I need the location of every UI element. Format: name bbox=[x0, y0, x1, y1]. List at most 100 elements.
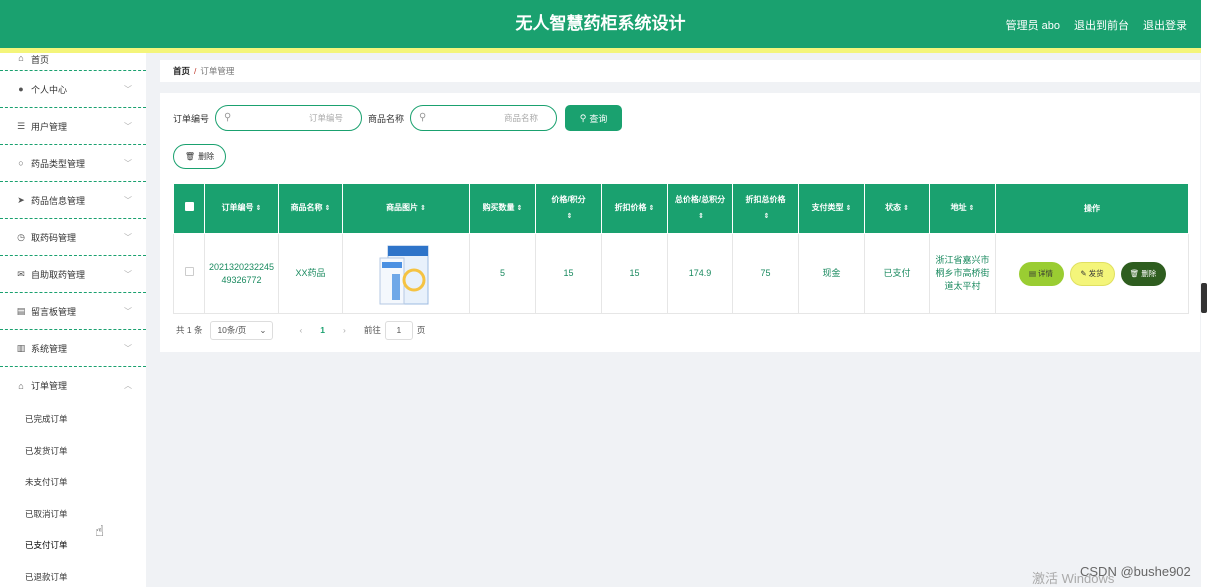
sidebar-item-system[interactable]: ▥ 系统管理 ﹀ bbox=[0, 330, 146, 367]
sidebar-item-label: 自助取药管理 bbox=[31, 269, 86, 280]
home-icon: ⌂ bbox=[18, 53, 24, 63]
query-button[interactable]: ⚲ 查询 bbox=[565, 105, 623, 131]
cell-address: 浙江省嘉兴市桐乡市高桥街道太平村 bbox=[929, 233, 996, 314]
sidebar-item-user-management[interactable]: ☰ 用户管理 ﹀ bbox=[0, 108, 146, 145]
batch-delete-button[interactable]: 🗑 删除 bbox=[173, 144, 226, 169]
sub-item-completed-orders[interactable]: 已完成订单 bbox=[0, 404, 146, 436]
detail-button[interactable]: ▤ 详情 bbox=[1018, 261, 1064, 286]
col-order-no[interactable]: 订单编号 ⇕ bbox=[204, 183, 279, 234]
col-discount-total[interactable]: 折扣总价格 ⇕ bbox=[732, 183, 799, 234]
page-size-select[interactable]: 10条/页 ⌄ bbox=[210, 320, 274, 340]
product-name-input[interactable] bbox=[433, 110, 539, 126]
breadcrumb-current: 订单管理 bbox=[200, 66, 235, 76]
detail-icon: ▤ bbox=[1028, 269, 1037, 278]
col-address[interactable]: 地址 ⇕ bbox=[929, 183, 996, 234]
cell-discount-total: 75 bbox=[732, 233, 799, 314]
cell-total: 174.9 bbox=[667, 233, 733, 314]
sub-item-paid-orders[interactable]: 已支付订单 bbox=[0, 530, 146, 562]
clock-icon: ◷ bbox=[17, 231, 25, 242]
table-header-row: 订单编号 ⇕ 商品名称 ⇕ 商品图片 ⇕ 购买数量 ⇕ 价格/积分 ⇕ 折扣价格 ⇕ 总价格… bbox=[173, 183, 1189, 234]
order-no-label: 订单编号 bbox=[173, 113, 210, 124]
row-checkbox[interactable] bbox=[173, 233, 205, 314]
detail-label: 详情 bbox=[1038, 269, 1054, 278]
sidebar-item-drug-type[interactable]: ○ 药品类型管理 ﹀ bbox=[0, 145, 146, 182]
cell-product-image[interactable] bbox=[342, 233, 470, 314]
hand-cursor-icon: ☝ bbox=[95, 523, 105, 540]
cell-status: 已支付 bbox=[864, 233, 930, 314]
header-accent-line bbox=[0, 48, 1201, 53]
col-price[interactable]: 价格/积分 ⇕ bbox=[535, 183, 602, 234]
sub-item-refunded-orders[interactable]: 已退款订单 bbox=[0, 562, 146, 587]
search-row: 订单编号 ⚲ 商品名称 ⚲ ⚲ 查询 bbox=[173, 105, 623, 131]
col-status[interactable]: 状态 ⇕ bbox=[864, 183, 930, 234]
sidebar-item-label: 订单管理 bbox=[31, 381, 68, 391]
trash-icon: 🗑 bbox=[184, 152, 196, 161]
page-size-value: 10条/页 bbox=[217, 325, 247, 335]
chevron-down-icon: ﹀ bbox=[124, 343, 132, 353]
sub-item-cancelled-orders[interactable]: 已取消订单 bbox=[0, 499, 146, 531]
chevron-down-icon: ﹀ bbox=[124, 84, 132, 94]
back-to-front-link[interactable]: 退出到前台 bbox=[1074, 0, 1129, 48]
trash-icon: 🗑 bbox=[1129, 269, 1140, 278]
edit-icon: ✎ bbox=[1080, 269, 1087, 278]
sidebar-item-label: 药品信息管理 bbox=[31, 195, 86, 206]
col-discount-price[interactable]: 折扣价格 ⇕ bbox=[601, 183, 668, 234]
order-no-input[interactable] bbox=[238, 110, 344, 126]
breadcrumb: 首页 / 订单管理 bbox=[160, 60, 1200, 82]
chevron-down-icon: ﹀ bbox=[124, 269, 132, 279]
page-scrollbar[interactable] bbox=[1201, 283, 1207, 313]
sidebar-item-label: 首页 bbox=[31, 55, 50, 65]
sliders-icon: ☰ bbox=[16, 120, 26, 131]
chevron-down-icon: ﹀ bbox=[124, 306, 132, 316]
select-all-checkbox[interactable] bbox=[173, 183, 205, 234]
col-pay-type[interactable]: 支付类型 ⇕ bbox=[798, 183, 865, 234]
col-total[interactable]: 总价格/总积分⇕ bbox=[667, 183, 733, 234]
sub-item-unpaid-orders[interactable]: 未支付订单 bbox=[0, 467, 146, 499]
sidebar-item-message-board[interactable]: ▤ 留言板管理 ﹀ bbox=[0, 293, 146, 330]
cell-product-name: XX药品 bbox=[278, 233, 343, 314]
chevron-down-icon: ⌄ bbox=[259, 324, 267, 335]
goto-label: 前往 bbox=[363, 325, 381, 335]
cell-price: 15 bbox=[535, 233, 602, 314]
sidebar: ⌂ 首页 ● 个人中心 ﹀ ☰ 用户管理 ﹀ ○ 药品类型管理 ﹀ ➤ 药品信息… bbox=[0, 53, 146, 587]
sub-item-shipped-orders[interactable]: 已发货订单 bbox=[0, 436, 146, 468]
col-product-image[interactable]: 商品图片 ⇕ bbox=[342, 183, 470, 234]
search-icon: ⚲ bbox=[579, 112, 587, 123]
col-product-name[interactable]: 商品名称 ⇕ bbox=[278, 183, 343, 234]
cell-quantity: 5 bbox=[469, 233, 536, 314]
sidebar-item-orders[interactable]: ⌂ 订单管理 ︿ bbox=[0, 367, 146, 404]
page-number[interactable]: 1 bbox=[320, 325, 325, 335]
chevron-down-icon: ﹀ bbox=[124, 195, 132, 205]
goto-page-input[interactable]: 1 bbox=[384, 320, 413, 340]
person-icon: ● bbox=[18, 84, 24, 94]
batch-delete-label: 删除 bbox=[198, 152, 215, 161]
sidebar-item-label: 药品类型管理 bbox=[31, 158, 86, 169]
sidebar-item-pickup-code[interactable]: ◷ 取药码管理 ﹀ bbox=[0, 219, 146, 256]
breadcrumb-home[interactable]: 首页 bbox=[173, 66, 190, 76]
sidebar-item-home[interactable]: ⌂ 首页 bbox=[0, 53, 146, 71]
bank-icon: ⌂ bbox=[18, 380, 24, 391]
chevron-down-icon: ﹀ bbox=[124, 121, 132, 131]
page-suffix: 页 bbox=[416, 325, 426, 335]
sidebar-item-label: 系统管理 bbox=[31, 343, 68, 354]
next-page-button[interactable]: › bbox=[343, 325, 346, 335]
cell-discount-price: 15 bbox=[601, 233, 668, 314]
doc-icon: ▤ bbox=[16, 305, 26, 316]
csdn-watermark: CSDN @bushe902 bbox=[1080, 564, 1191, 579]
admin-label: 管理员 abo bbox=[1005, 20, 1060, 32]
prev-page-button[interactable]: ‹ bbox=[299, 325, 302, 335]
sidebar-item-self-pickup[interactable]: ✉ 自助取药管理 ﹀ bbox=[0, 256, 146, 293]
logout-link[interactable]: 退出登录 bbox=[1143, 0, 1187, 48]
sidebar-item-personal-center[interactable]: ● 个人中心 ﹀ bbox=[0, 71, 146, 108]
main-panel: 订单编号 ⚲ 商品名称 ⚲ ⚲ 查询 🗑 删除 订单编号⇕ 商品名称⇕ 商品图片… bbox=[160, 93, 1200, 352]
row-delete-button[interactable]: 🗑 删除 bbox=[1120, 261, 1166, 286]
row-delete-label: 删除 bbox=[1141, 269, 1157, 278]
ship-button[interactable]: ✎ 发货 bbox=[1069, 261, 1115, 286]
mail-icon: ✉ bbox=[17, 268, 25, 279]
sidebar-item-label: 个人中心 bbox=[31, 84, 68, 95]
query-button-label: 查询 bbox=[589, 113, 608, 124]
sidebar-item-drug-info[interactable]: ➤ 药品信息管理 ﹀ bbox=[0, 182, 146, 219]
order-no-search: ⚲ bbox=[215, 105, 363, 131]
search-icon: ⚲ bbox=[224, 112, 232, 123]
col-quantity[interactable]: 购买数量 ⇕ bbox=[469, 183, 536, 234]
